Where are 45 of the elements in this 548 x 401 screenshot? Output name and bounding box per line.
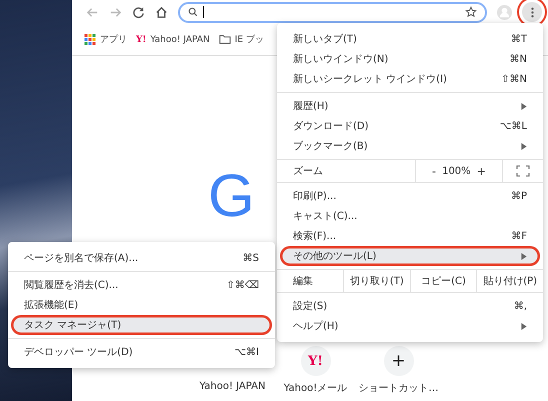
shortcut-label[interactable]: ショートカット… (358, 381, 438, 395)
zoom-value: 100% (442, 166, 471, 176)
zoom-out-button[interactable]: - (430, 164, 438, 178)
menu-item[interactable]: 新しいウインドウ(N) ⌘N (277, 49, 543, 69)
fullscreen-icon (516, 165, 530, 177)
menu-item[interactable]: ヘルプ(H) (277, 316, 543, 336)
bookmark-link[interactable]: Yahoo! JAPAN (150, 34, 210, 44)
edit-action-button[interactable]: 貼り付け(P) (476, 270, 544, 292)
zoom-label: ズーム (292, 165, 324, 178)
menu-item[interactable]: デベロッパー ツール(D) ⌥⌘I (8, 342, 275, 362)
logo-text: G (208, 166, 255, 226)
menu-item[interactable]: 拡張機能(E) (8, 295, 275, 315)
folder-icon (218, 34, 231, 45)
menu-item[interactable]: ページを別名で保存(A)... ⌘S (8, 248, 275, 268)
apps-grid-icon[interactable] (84, 34, 96, 45)
menu-item[interactable]: 履歴(H) (277, 96, 543, 116)
menu-item[interactable]: キャスト(C)... (277, 206, 543, 226)
menu-item[interactable]: 検索(F)... ⌘F (277, 226, 543, 246)
bookmark-link[interactable]: アプリ (100, 33, 127, 46)
menu-item[interactable]: ダウンロード(D) ⌥⌘L (277, 116, 543, 136)
menu-item[interactable]: 新しいシークレット ウインドウ(I) ⇧⌘N (277, 69, 543, 89)
menu-item[interactable]: 新しいタブ(T) ⌘T (277, 29, 543, 49)
menu-item[interactable]: 設定(S) ⌘, (277, 296, 543, 316)
menu-item[interactable]: 閲覧履歴を消去(C)... ⇧⌘⌫ (8, 275, 275, 295)
menu-item[interactable]: ブックマーク(B) (277, 136, 543, 156)
star-icon[interactable] (465, 6, 477, 18)
edit-label: 編集 (292, 275, 314, 288)
menu-item[interactable]: その他のツール(L) (280, 246, 540, 266)
menu-icon (530, 6, 534, 18)
home-icon[interactable] (155, 6, 168, 18)
menu-button[interactable] (522, 2, 542, 22)
address-field[interactable] (178, 2, 487, 22)
menu-item[interactable]: 印刷(P)... ⌘P (277, 186, 543, 206)
edit-action-button[interactable]: 切り取り(T) (343, 270, 410, 292)
zoom-in-button[interactable]: + (474, 164, 488, 178)
edit-action-button[interactable]: コピー(C) (410, 270, 476, 292)
shortcut-tile-icon[interactable]: + (384, 346, 414, 376)
search-icon (188, 7, 198, 17)
menu-item[interactable]: タスク マネージャ(T) (11, 315, 272, 335)
site-favicon: Y! (136, 34, 146, 44)
shortcut-tile-icon[interactable]: Y! (300, 346, 330, 376)
shortcut-label[interactable]: Yahoo!メール (284, 381, 348, 395)
shortcut-label[interactable]: Yahoo! JAPAN (200, 381, 266, 392)
bookmark-link[interactable]: IE ブッ (234, 33, 264, 46)
reload-icon[interactable] (132, 6, 145, 18)
